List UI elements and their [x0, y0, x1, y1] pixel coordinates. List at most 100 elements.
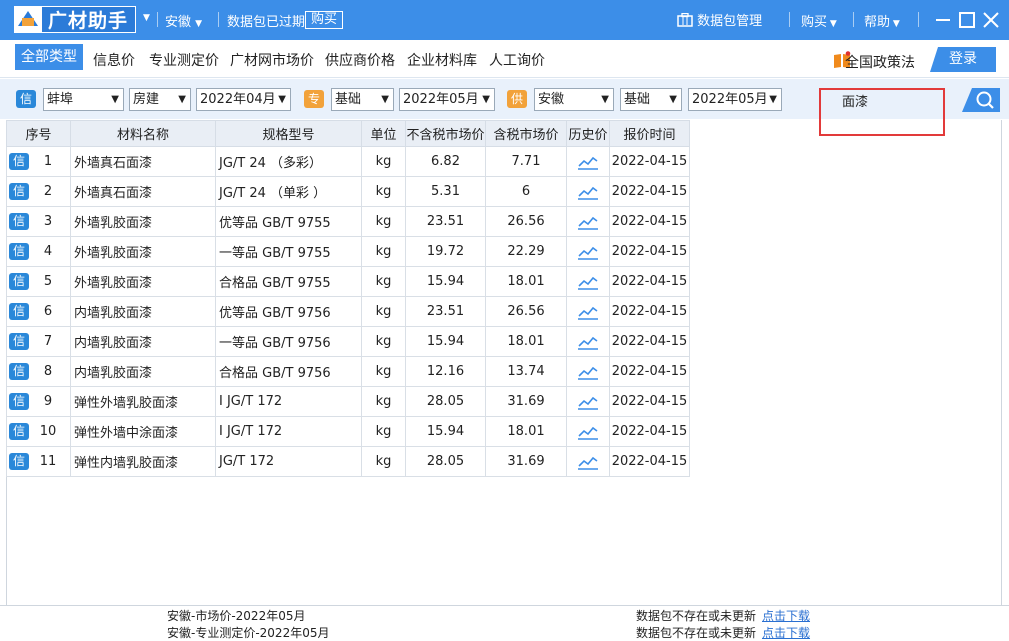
package-status: 数据包已过期 [227, 15, 306, 30]
cell-unit: kg [361, 296, 406, 327]
chevron-down-icon: ▼ [178, 94, 186, 105]
cell-no: 信6 [6, 296, 71, 327]
table-body: 信 1 外墙真石面漆 JG/T 24 （多彩） kg 6.82 7.71 2022-04-15… [6, 146, 690, 477]
cell-spec: 合格品 GB/T 9755 [215, 266, 362, 297]
table-row[interactable]: 信 4 外墙乳胶面漆 一等品 GB/T 9755 kg 19.72 22.29 2022-04… [6, 236, 690, 267]
cell-no: 信 11 [6, 446, 71, 477]
buy-menu[interactable]: 购买 ▼ [801, 11, 837, 30]
trend-chart-icon[interactable] [577, 334, 599, 350]
info-price-badge: 信 [9, 363, 29, 380]
tab-all-types[interactable]: 全部类型 [15, 44, 83, 70]
row-number: 5 [43, 274, 53, 289]
cell-price-ex-tax: 15.94 [405, 416, 486, 447]
trend-chart-icon[interactable] [577, 394, 599, 410]
col-header-no[interactable]: 序号 [6, 120, 71, 147]
logo-icon [15, 7, 42, 32]
tab-manual-inquiry[interactable]: 人工询价 [489, 48, 545, 74]
cell-price-ex-tax: 23.51 [405, 206, 486, 237]
divider [157, 12, 158, 27]
maximize-icon[interactable] [955, 8, 979, 32]
tab-info-price[interactable]: 信息价 [93, 48, 135, 74]
table-row[interactable]: 信 10 弹性外墙中涂面漆 Ⅰ JG/T 172 kg 15.94 18.01 2022-0… [6, 416, 690, 447]
download-link[interactable]: 点击下载 [762, 624, 810, 641]
row-number: 4 [43, 244, 53, 259]
table-row[interactable]: 信 9 弹性外墙乳胶面漆 Ⅰ JG/T 172 kg 28.05 31.69 2022-04… [6, 386, 690, 417]
trend-chart-icon[interactable] [577, 364, 599, 380]
close-icon[interactable] [979, 8, 1003, 32]
trend-chart-icon[interactable] [577, 154, 599, 170]
cell-history [566, 326, 610, 357]
table-row[interactable]: 信 3 外墙乳胶面漆 优等品 GB/T 9755 kg 23.51 26.56 2022-04… [6, 206, 690, 237]
pro-month-select[interactable]: 2022年05月 ▼ [399, 88, 495, 111]
supplier-month-select[interactable]: 2022年05月 ▼ [688, 88, 782, 111]
divider [789, 12, 790, 27]
table-row[interactable]: 信 6 内墙乳胶面漆 优等品 GB/T 9756 kg 23.51 26.56 2022-04… [6, 296, 690, 327]
table-row[interactable]: 信 7 内墙乳胶面漆 一等品 GB/T 9756 kg 15.94 18.01 2022-04… [6, 326, 690, 357]
tab-market-price[interactable]: 广材网市场价 [230, 48, 314, 74]
buy-package-button[interactable]: 购买 [305, 11, 344, 29]
col-header-spec[interactable]: 规格型号 [215, 120, 362, 147]
trend-chart-icon[interactable] [577, 214, 599, 230]
supplier-type-select[interactable]: 基础 ▼ [620, 88, 682, 111]
tab-supplier-price[interactable]: 供应商价格 [325, 48, 395, 74]
trend-chart-icon[interactable] [577, 244, 599, 260]
row-number: 8 [43, 364, 53, 379]
cell-material-name: 外墙乳胶面漆 [70, 266, 216, 297]
table-row[interactable]: 信 1 外墙真石面漆 JG/T 24 （多彩） kg 6.82 7.71 2022-04-15 [6, 146, 690, 177]
table-row[interactable]: 信 8 内墙乳胶面漆 合格品 GB/T 9756 kg 12.16 13.74 2022-04… [6, 356, 690, 387]
col-header-price-inc-tax[interactable]: 含税市场价 [485, 120, 567, 147]
supplier-region-value: 安徽 [538, 92, 565, 107]
trend-chart-icon[interactable] [577, 184, 599, 200]
chevron-down-icon: ▼ [278, 94, 286, 105]
cell-price-ex-tax: 6.82 [405, 146, 486, 177]
policy-link[interactable]: 全国政策法 [845, 52, 915, 72]
cell-unit: kg [361, 176, 406, 207]
table-row[interactable]: 信 2 外墙真石面漆 JG/T 24 （单彩 ） kg 5.31 6 2022-04-15 [6, 176, 690, 207]
supplier-region-select[interactable]: 安徽 ▼ [534, 88, 614, 111]
cell-price-ex-tax: 23.51 [405, 296, 486, 327]
col-header-date[interactable]: 报价时间 [609, 120, 690, 147]
trend-chart-icon[interactable] [577, 454, 599, 470]
cell-material-name: 内墙乳胶面漆 [70, 296, 216, 327]
minimize-icon[interactable] [931, 8, 955, 32]
region-selector[interactable]: 安徽 ▼ [165, 11, 202, 30]
cell-spec: Ⅰ JG/T 172 [215, 416, 362, 447]
supplier-type-value: 基础 [624, 92, 651, 107]
col-header-unit[interactable]: 单位 [361, 120, 406, 147]
col-header-price-ex-tax[interactable]: 不含税市场价 [405, 120, 486, 147]
col-header-name[interactable]: 材料名称 [70, 120, 216, 147]
package-manage-button[interactable]: 数据包管理 [677, 10, 762, 29]
chevron-down-icon: ▼ [195, 19, 203, 29]
info-month-select[interactable]: 2022年04月 ▼ [196, 88, 291, 111]
help-menu[interactable]: 帮助 ▼ [864, 11, 900, 30]
table-header: 序号 材料名称 规格型号 单位 不含税市场价 含税市场价 历史价 报价时间 [6, 120, 690, 147]
cell-price-inc-tax: 18.01 [485, 326, 567, 357]
pro-type-select[interactable]: 基础 ▼ [331, 88, 394, 111]
row-number: 11 [39, 454, 57, 469]
tab-enterprise-library[interactable]: 企业材料库 [407, 48, 477, 74]
info-type-select[interactable]: 房建 ▼ [129, 88, 191, 111]
cell-unit: kg [361, 326, 406, 357]
col-header-history[interactable]: 历史价 [566, 120, 610, 147]
trend-chart-icon[interactable] [577, 304, 599, 320]
row-number: 7 [43, 334, 53, 349]
login-button[interactable]: 登录 [930, 47, 996, 72]
table-row[interactable]: 信 5 外墙乳胶面漆 合格品 GB/T 9755 kg 15.94 18.01 2022-04… [6, 266, 690, 297]
table-row[interactable]: 信 11 弹性内墙乳胶面漆 JG/T 172 kg 28.05 31.69 2022-04-1… [6, 446, 690, 477]
trend-chart-icon[interactable] [577, 274, 599, 290]
info-city-select[interactable]: 蚌埠 ▼ [43, 88, 124, 111]
logo-menu-icon[interactable]: ▼ [143, 13, 150, 23]
cell-price-inc-tax: 31.69 [485, 386, 567, 417]
cell-material-name: 弹性外墙中涂面漆 [70, 416, 216, 447]
cell-history [566, 356, 610, 387]
info-price-badge: 信 [9, 183, 29, 200]
chevron-down-icon: ▼ [769, 94, 777, 105]
download-link[interactable]: 点击下载 [762, 607, 810, 624]
cell-price-ex-tax: 19.72 [405, 236, 486, 267]
trend-chart-icon[interactable] [577, 424, 599, 440]
cell-unit: kg [361, 386, 406, 417]
info-type-value: 房建 [133, 92, 160, 107]
cell-price-ex-tax: 28.05 [405, 386, 486, 417]
cell-price-ex-tax: 12.16 [405, 356, 486, 387]
tab-professional-price[interactable]: 专业测定价 [149, 48, 219, 74]
